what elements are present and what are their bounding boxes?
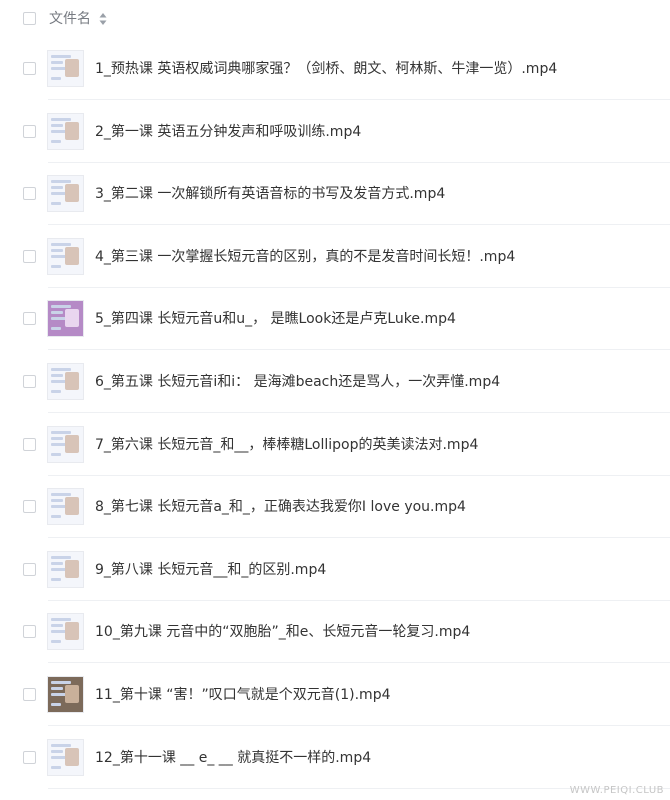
file-name[interactable]: 7_第六课 长短元音_和__，棒棒糖Lollipop的英美读法对.mp4 — [95, 435, 478, 455]
column-header-filename[interactable]: 文件名 — [49, 10, 91, 28]
file-row[interactable]: 7_第六课 长短元音_和__，棒棒糖Lollipop的英美读法对.mp4 — [0, 414, 670, 476]
file-row[interactable]: 10_第九课 元音中的“双胞胎”_和e、长短元音一轮复习.mp4 — [0, 601, 670, 664]
row-checkbox[interactable] — [23, 625, 36, 639]
file-name[interactable]: 5_第四课 长短元音u和u_， 是瞧Look还是卢克Luke.mp4 — [95, 309, 456, 329]
file-name[interactable]: 12_第十一课 __ e_ __ 就真挺不一样的.mp4 — [95, 748, 371, 768]
video-thumbnail[interactable] — [47, 613, 84, 651]
watermark: WWW.PEIQI.CLUB — [569, 785, 664, 796]
file-row[interactable]: 8_第七课 长短元音a_和_，正确表达我爱你I love you.mp4 — [0, 476, 670, 539]
row-checkbox[interactable] — [23, 187, 36, 201]
row-checkbox[interactable] — [23, 562, 36, 576]
row-checkbox[interactable] — [23, 249, 36, 263]
file-row[interactable]: 12_第十一课 __ e_ __ 就真挺不一样的.mp4 — [0, 727, 670, 789]
row-checkbox[interactable] — [23, 124, 36, 138]
video-thumbnail[interactable] — [47, 425, 84, 463]
video-thumbnail[interactable] — [47, 300, 84, 338]
row-checkbox[interactable] — [23, 437, 36, 451]
file-row[interactable]: 5_第四课 长短元音u和u_， 是瞧Look还是卢克Luke.mp4 — [0, 288, 670, 351]
file-name[interactable]: 1_预热课 英语权威词典哪家强？（剑桥、朗文、柯林斯、牛津一览）.mp4 — [95, 59, 557, 79]
file-list-header: 文件名 — [0, 0, 670, 38]
sort-icon[interactable] — [99, 12, 107, 26]
file-row[interactable]: 4_第三课 一次掌握长短元音的区别，真的不是发音时间长短！.mp4 — [0, 226, 670, 288]
video-thumbnail[interactable] — [47, 50, 84, 87]
video-thumbnail[interactable] — [47, 237, 84, 275]
row-checkbox[interactable] — [23, 688, 36, 701]
file-name[interactable]: 4_第三课 一次掌握长短元音的区别，真的不是发音时间长短！.mp4 — [95, 247, 515, 267]
file-name[interactable]: 10_第九课 元音中的“双胞胎”_和e、长短元音一轮复习.mp4 — [95, 622, 470, 642]
row-checkbox[interactable] — [23, 750, 36, 764]
file-name[interactable]: 11_第十课 “害！”叹口气就是个双元音(1).mp4 — [95, 685, 390, 705]
select-all-checkbox[interactable] — [23, 12, 36, 25]
file-row[interactable]: 9_第八课 长短元音__和_的区别.mp4 — [0, 539, 670, 601]
file-name[interactable]: 9_第八课 长短元音__和_的区别.mp4 — [95, 560, 326, 580]
file-row[interactable]: 2_第一课 英语五分钟发声和呼吸训练.mp4 — [0, 101, 670, 163]
file-row[interactable]: 6_第五课 长短元音i和i： 是海滩beach还是骂人，一次弄懂.mp4 — [0, 351, 670, 413]
video-thumbnail[interactable] — [47, 550, 84, 588]
file-row[interactable]: 11_第十课 “害！”叹口气就是个双元音(1).mp4 — [0, 664, 670, 726]
file-row[interactable]: 1_预热课 英语权威词典哪家强？（剑桥、朗文、柯林斯、牛津一览）.mp4 — [0, 38, 670, 100]
row-checkbox[interactable] — [23, 312, 36, 326]
video-thumbnail[interactable] — [47, 175, 84, 213]
video-thumbnail[interactable] — [47, 112, 84, 150]
file-name[interactable]: 3_第二课 一次解锁所有英语音标的书写及发音方式.mp4 — [95, 184, 445, 204]
row-checkbox[interactable] — [23, 500, 36, 514]
file-name[interactable]: 6_第五课 长短元音i和i： 是海滩beach还是骂人，一次弄懂.mp4 — [95, 372, 500, 392]
file-name[interactable]: 2_第一课 英语五分钟发声和呼吸训练.mp4 — [95, 122, 361, 142]
video-thumbnail[interactable] — [47, 488, 84, 526]
video-thumbnail[interactable] — [47, 363, 84, 400]
file-name[interactable]: 8_第七课 长短元音a_和_，正确表达我爱你I love you.mp4 — [95, 497, 466, 517]
video-thumbnail[interactable] — [47, 738, 84, 776]
row-checkbox[interactable] — [23, 375, 36, 388]
file-row[interactable]: 3_第二课 一次解锁所有英语音标的书写及发音方式.mp4 — [0, 163, 670, 226]
row-checkbox[interactable] — [23, 62, 36, 75]
video-thumbnail[interactable] — [47, 676, 84, 713]
